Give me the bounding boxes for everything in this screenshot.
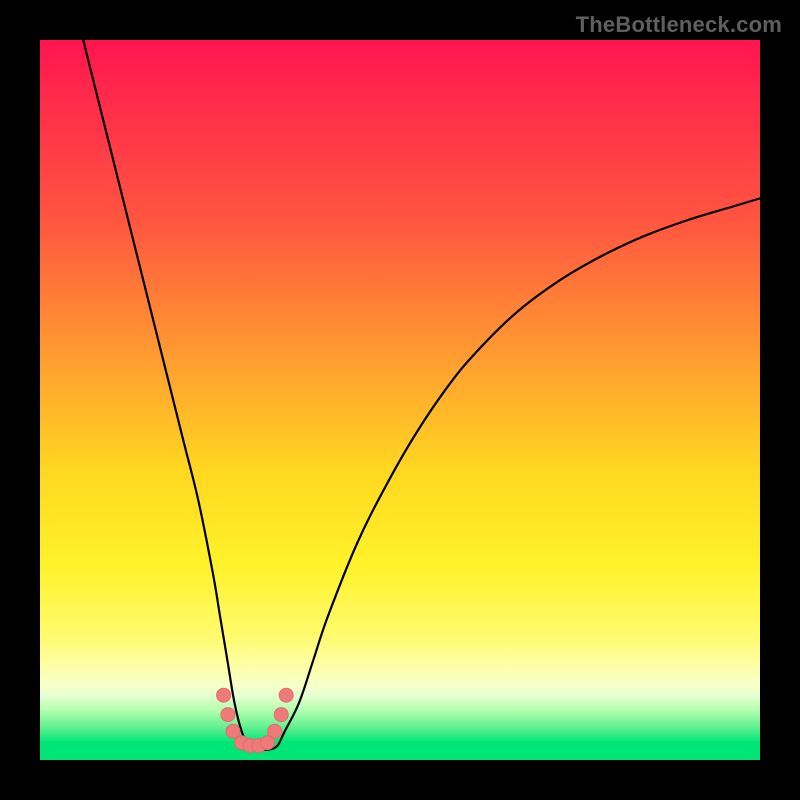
chart-svg xyxy=(40,40,760,760)
marker-dot xyxy=(268,724,282,738)
watermark-text: TheBottleneck.com xyxy=(576,12,782,38)
marker-dot xyxy=(221,708,235,722)
plot-area xyxy=(40,40,760,760)
highlight-markers xyxy=(217,688,294,752)
chart-frame: TheBottleneck.com xyxy=(0,0,800,800)
marker-dot xyxy=(279,688,293,702)
marker-dot xyxy=(226,724,240,738)
marker-dot xyxy=(274,708,288,722)
bottleneck-curve xyxy=(83,40,760,750)
marker-dot xyxy=(217,688,231,702)
